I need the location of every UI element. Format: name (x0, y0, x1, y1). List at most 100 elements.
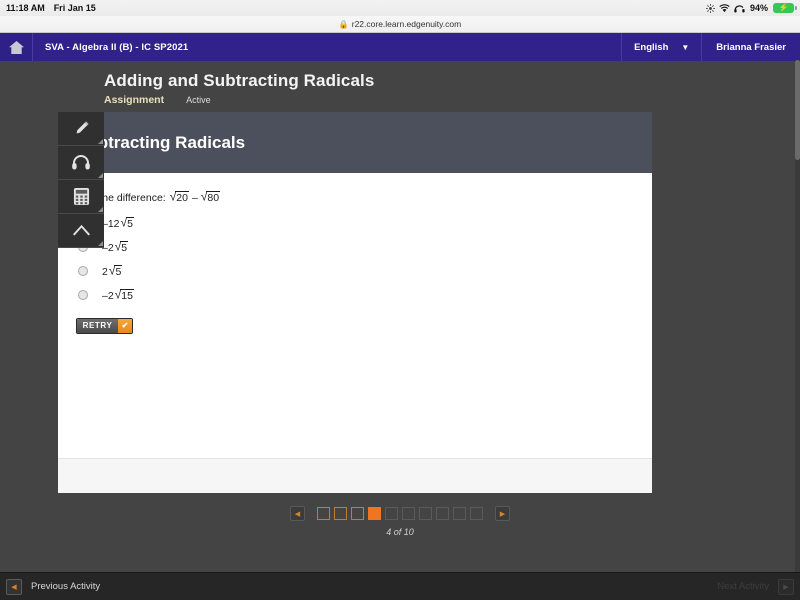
question-card-footer (58, 458, 652, 493)
next-activity-label: Next Activity (717, 581, 769, 592)
previous-activity-button[interactable]: ◀ Previous Activity (6, 578, 101, 595)
lock-icon: 🔒 (338, 19, 349, 29)
answer-option[interactable]: –2 √ 15 (76, 287, 652, 303)
question-card-body: Find the difference: √ 20 – √ 80 –12 √ 5… (58, 173, 652, 458)
pager-next-button[interactable]: ▶ (495, 506, 510, 521)
retry-button-label: RETRY (77, 318, 118, 333)
status-date: Fri Jan 15 (53, 3, 96, 13)
option-radical: √ 5 (120, 215, 134, 230)
user-name[interactable]: Brianna Frasier (702, 33, 800, 61)
option-text: –12 √ 5 (102, 215, 134, 230)
status-time: 11:18 AM (6, 3, 45, 13)
pager-step-1[interactable] (317, 507, 330, 520)
headphones-icon (71, 154, 91, 171)
status-bar-right: 94% ⚡ (705, 3, 797, 13)
main-content-area: Subtracting Radicals Find the difference… (0, 112, 800, 493)
option-coefficient: –2 (102, 289, 114, 302)
radical-term-2: √ 80 (200, 189, 221, 204)
check-icon: ✔ (118, 318, 132, 333)
headphones-icon (734, 4, 746, 13)
pager-step-4[interactable] (368, 507, 381, 520)
option-radical: √ 5 (108, 263, 123, 278)
radical-sign-icon: √ (114, 287, 122, 302)
pager-step-8[interactable] (436, 507, 449, 520)
app-nav-right: English ▼ Brianna Frasier (621, 33, 800, 61)
radical-sign-icon: √ (108, 263, 116, 278)
url-text: r22.core.learn.edgenuity.com (351, 19, 462, 29)
pager-step-10[interactable] (470, 507, 483, 520)
page-scrollbar-thumb[interactable] (795, 60, 800, 160)
wifi-icon (719, 3, 730, 13)
language-selector[interactable]: English ▼ (621, 33, 703, 61)
pager-step-6[interactable] (402, 507, 415, 520)
triangle-right-icon: ▶ (499, 510, 506, 518)
status-bar-left: 11:18 AM Fri Jan 15 (6, 3, 96, 13)
pager-step-2[interactable] (334, 507, 347, 520)
collapse-up-icon (71, 222, 92, 239)
home-button[interactable] (0, 33, 33, 61)
option-mark[interactable] (76, 266, 90, 277)
option-radical: √ 15 (114, 287, 134, 302)
radical-sign-icon: √ (114, 239, 122, 254)
question-pager: ◀ ▶ (0, 506, 800, 521)
triangle-right-icon: ▶ (778, 578, 794, 595)
triangle-left-icon: ◀ (6, 578, 22, 595)
answer-option[interactable]: ✖ –12 √ 5 (76, 215, 652, 231)
radicand-2: 80 (206, 191, 221, 204)
calculator-icon (73, 187, 90, 206)
language-label: English (634, 41, 669, 53)
answer-option[interactable]: –2 √ 5 (76, 239, 652, 255)
question-prompt: Find the difference: √ 20 – √ 80 (76, 189, 652, 204)
pager-step-9[interactable] (453, 507, 466, 520)
pager-step-3[interactable] (351, 507, 364, 520)
radical-sign-icon: √ (169, 189, 177, 204)
app-navigation-bar: SVA - Algebra II (B) - IC SP2021 English… (0, 33, 800, 61)
question-card: Subtracting Radicals Find the difference… (58, 112, 652, 493)
chevron-down-icon: ▼ (681, 42, 690, 52)
text-to-speech-tool-button[interactable] (58, 146, 104, 180)
question-card-header: Subtracting Radicals (58, 112, 652, 173)
option-mark[interactable] (76, 290, 90, 301)
lesson-type-label: Assignment (104, 94, 165, 106)
option-radical: √ 5 (114, 239, 129, 254)
radical-sign-icon: √ (200, 189, 208, 204)
radical-term-1: √ 20 (169, 189, 189, 204)
collapse-tool-button[interactable] (58, 214, 104, 248)
highlighter-icon (72, 119, 91, 138)
battery-percent-label: 94% (749, 3, 768, 13)
option-text: 2 √ 5 (102, 263, 123, 278)
option-text: –2 √ 5 (102, 239, 129, 254)
option-radicand: 15 (120, 288, 134, 302)
highlighter-tool-button[interactable] (58, 112, 104, 146)
page-title: Adding and Subtracting Radicals (104, 71, 375, 90)
brightness-icon (705, 3, 715, 13)
lesson-meta: Assignment Active (104, 94, 800, 106)
tool-rail (58, 112, 104, 248)
option-coefficient: –12 (102, 217, 120, 230)
calculator-tool-button[interactable] (58, 180, 104, 214)
radio-icon (78, 266, 88, 277)
pager-count-label: 4 of 10 (386, 527, 414, 537)
lesson-state-label: Active (186, 95, 211, 105)
pager-step-7[interactable] (419, 507, 432, 520)
retry-button[interactable]: RETRY ✔ (76, 317, 133, 334)
radical-sign-icon: √ (120, 215, 128, 230)
page-scrollbar-track[interactable] (795, 60, 800, 572)
pager-previous-button[interactable]: ◀ (290, 506, 305, 521)
previous-activity-label: Previous Activity (31, 581, 101, 592)
option-text: –2 √ 15 (102, 287, 134, 302)
pager-step-5[interactable] (385, 507, 398, 520)
course-title: SVA - Algebra II (B) - IC SP2021 (45, 41, 189, 53)
radicand-1: 20 (175, 191, 189, 204)
next-activity-button[interactable]: Next Activity ▶ (717, 578, 794, 595)
battery-charging-icon: ⚡ (773, 3, 797, 13)
answer-options-list: ✖ –12 √ 5 –2 (76, 215, 652, 303)
lesson-header: Adding and Subtracting Radicals Assignme… (0, 61, 800, 112)
right-filler (652, 112, 800, 493)
home-icon (8, 40, 25, 55)
expression-operator: – (191, 192, 198, 204)
browser-url-bar[interactable]: 🔒 r22.core.learn.edgenuity.com (0, 16, 800, 33)
triangle-left-icon: ◀ (294, 510, 301, 518)
radio-icon (78, 290, 88, 301)
answer-option[interactable]: 2 √ 5 (76, 263, 652, 279)
